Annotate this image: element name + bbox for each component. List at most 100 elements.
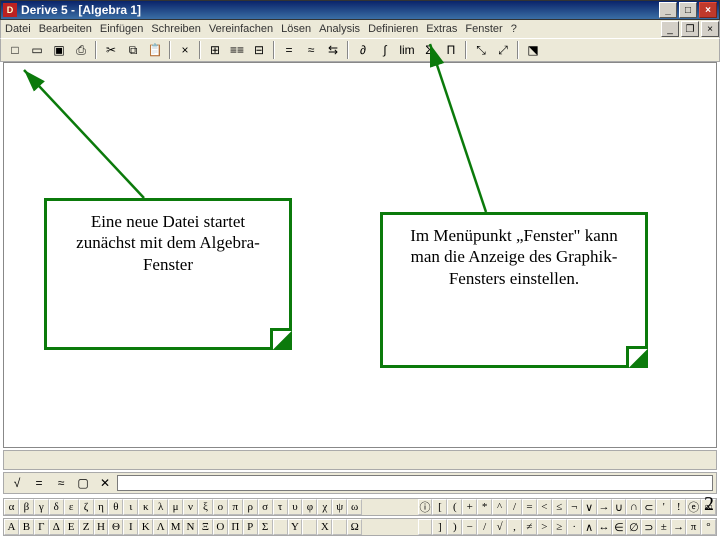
symbol-button[interactable]: Ρ	[243, 519, 258, 535]
symbol-button[interactable]: ⓘ	[418, 499, 433, 515]
symbol-button[interactable]: ο	[213, 499, 228, 515]
symbol-button[interactable]: ⓔ	[686, 499, 701, 515]
symbol-button[interactable]: →	[597, 499, 612, 515]
symbol-button[interactable]: γ	[34, 499, 49, 515]
tool-button[interactable]: ⊟	[249, 40, 269, 60]
symbol-button[interactable]: ∩	[626, 499, 641, 515]
symbol-button[interactable]: Θ	[108, 519, 123, 535]
tool-button[interactable]: 📋	[145, 40, 165, 60]
input-tool[interactable]: ≈	[51, 473, 71, 493]
symbol-button[interactable]: ξ	[198, 499, 213, 515]
symbol-button[interactable]	[273, 519, 288, 535]
tool-button[interactable]: ⤢	[493, 40, 513, 60]
menu-bearbeiten[interactable]: Bearbeiten	[39, 23, 92, 35]
symbol-button[interactable]: Μ	[168, 519, 183, 535]
symbol-button[interactable]: ≠	[522, 519, 537, 535]
symbol-button[interactable]: °	[701, 519, 716, 535]
symbol-button[interactable]: π	[686, 519, 701, 535]
symbol-button[interactable]: ⊂	[641, 499, 656, 515]
symbol-button[interactable]: π	[228, 499, 243, 515]
symbol-button[interactable]: Λ	[153, 519, 168, 535]
symbol-button[interactable]: Δ	[49, 519, 64, 535]
tool-button[interactable]: =	[279, 40, 299, 60]
maximize-button[interactable]: □	[679, 2, 697, 18]
tool-button[interactable]: ✂	[101, 40, 121, 60]
symbol-button[interactable]: ε	[64, 499, 79, 515]
symbol-button[interactable]: ψ	[332, 499, 347, 515]
symbol-button[interactable]: Ε	[64, 519, 79, 535]
tool-button[interactable]: ▭	[27, 40, 47, 60]
tool-button[interactable]: Σ	[419, 40, 439, 60]
menu-datei[interactable]: Datei	[5, 23, 31, 35]
symbol-button[interactable]: Π	[228, 519, 243, 535]
symbol-button[interactable]: ±	[656, 519, 671, 535]
symbol-button[interactable]: √	[492, 519, 507, 535]
symbol-button[interactable]: )	[447, 519, 462, 535]
symbol-button[interactable]: λ	[153, 499, 168, 515]
symbol-button[interactable]: ∨	[582, 499, 597, 515]
minimize-button[interactable]: _	[659, 2, 677, 18]
tool-button[interactable]: ⇆	[323, 40, 343, 60]
symbol-button[interactable]: ,	[507, 519, 522, 535]
symbol-button[interactable]: (	[447, 499, 462, 515]
input-tool[interactable]: ▢	[73, 473, 93, 493]
symbol-button[interactable]: *	[477, 499, 492, 515]
symbol-button[interactable]: ·	[567, 519, 582, 535]
input-tool[interactable]: =	[29, 473, 49, 493]
symbol-button[interactable]: ν	[183, 499, 198, 515]
symbol-button[interactable]: Β	[19, 519, 34, 535]
tool-button[interactable]: □	[5, 40, 25, 60]
symbol-button[interactable]: ρ	[243, 499, 258, 515]
symbol-button[interactable]	[332, 519, 347, 535]
tool-button[interactable]: Π	[441, 40, 461, 60]
symbol-button[interactable]: ⊃	[641, 519, 656, 535]
symbol-button[interactable]: ¬	[567, 499, 582, 515]
symbol-button[interactable]: '	[656, 499, 671, 515]
close-button[interactable]: ×	[699, 2, 717, 18]
symbol-button[interactable]: !	[671, 499, 686, 515]
symbol-button[interactable]: Α	[4, 519, 19, 535]
tool-button[interactable]: ×	[175, 40, 195, 60]
doc-minimize-button[interactable]: _	[661, 21, 679, 37]
symbol-button[interactable]	[302, 519, 317, 535]
tool-button[interactable]: ∫	[375, 40, 395, 60]
symbol-button[interactable]: →	[671, 519, 686, 535]
symbol-button[interactable]: Χ	[317, 519, 332, 535]
symbol-button[interactable]: τ	[273, 499, 288, 515]
symbol-button[interactable]: κ	[138, 499, 153, 515]
symbol-button[interactable]: χ	[317, 499, 332, 515]
symbol-button[interactable]: Ξ	[198, 519, 213, 535]
menu-schreiben[interactable]: Schreiben	[151, 23, 201, 35]
symbol-button[interactable]: Σ	[258, 519, 273, 535]
symbol-button[interactable]: −	[462, 519, 477, 535]
doc-close-button[interactable]: ×	[701, 21, 719, 37]
menu-vereinfachen[interactable]: Vereinfachen	[209, 23, 273, 35]
symbol-button[interactable]: υ	[288, 499, 303, 515]
menu-lösen[interactable]: Lösen	[281, 23, 311, 35]
symbol-button[interactable]: σ	[258, 499, 273, 515]
tool-button[interactable]: ⎙	[71, 40, 91, 60]
symbol-button[interactable]: δ	[49, 499, 64, 515]
symbol-button[interactable]: <	[537, 499, 552, 515]
menu-definieren[interactable]: Definieren	[368, 23, 418, 35]
symbol-button[interactable]: =	[522, 499, 537, 515]
symbol-button[interactable]: μ	[168, 499, 183, 515]
symbol-button[interactable]: ∈	[612, 519, 627, 535]
symbol-button[interactable]: ω	[347, 499, 362, 515]
tool-button[interactable]: ⬔	[523, 40, 543, 60]
tool-button[interactable]: ≡≡	[227, 40, 247, 60]
input-tool[interactable]: √	[7, 473, 27, 493]
tool-button[interactable]: ≈	[301, 40, 321, 60]
symbol-button[interactable]: Ι	[123, 519, 138, 535]
menu-?[interactable]: ?	[511, 23, 517, 35]
tool-button[interactable]: lim	[397, 40, 417, 60]
symbol-button[interactable]	[418, 519, 433, 535]
symbol-button[interactable]: ≤	[552, 499, 567, 515]
symbol-button[interactable]: Υ	[288, 519, 303, 535]
symbol-button[interactable]: ∅	[626, 519, 641, 535]
input-tool[interactable]: ✕	[95, 473, 115, 493]
symbol-button[interactable]: /	[477, 519, 492, 535]
symbol-button[interactable]: η	[94, 499, 109, 515]
symbol-button[interactable]: β	[19, 499, 34, 515]
symbol-button[interactable]: θ	[108, 499, 123, 515]
